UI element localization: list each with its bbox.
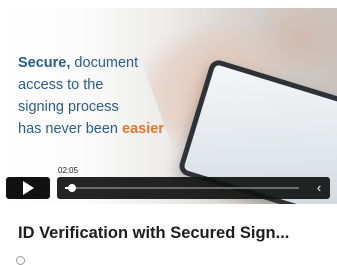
current-time: 02:05 bbox=[58, 166, 79, 175]
headline-line-1-rest: document bbox=[70, 55, 139, 71]
headline-accent-word: easier bbox=[122, 121, 164, 137]
headline-line-1: Secure, document bbox=[18, 52, 188, 74]
video-player[interactable]: Secure, document access to the signing p… bbox=[0, 8, 337, 204]
seek-knob[interactable] bbox=[68, 184, 77, 192]
seek-bar[interactable] bbox=[65, 184, 299, 192]
channel-icon bbox=[16, 256, 25, 265]
headline-line-4-prefix: has never been bbox=[18, 121, 122, 137]
headline-line-2: access to the bbox=[18, 77, 104, 93]
chevron-left-icon[interactable]: ‹ bbox=[312, 180, 326, 196]
headline-line-4: has never been easier bbox=[18, 118, 188, 140]
video-headline: Secure, document access to the signing p… bbox=[18, 52, 188, 140]
video-title[interactable]: ID Verification with Secured Sign... bbox=[18, 224, 328, 243]
headline-strong-word: Secure, bbox=[18, 55, 71, 71]
control-bar: ‹ bbox=[57, 177, 330, 199]
play-button[interactable] bbox=[6, 177, 50, 199]
headline-line-3: signing process bbox=[18, 99, 119, 115]
play-icon bbox=[22, 181, 34, 195]
top-strip bbox=[0, 0, 337, 8]
